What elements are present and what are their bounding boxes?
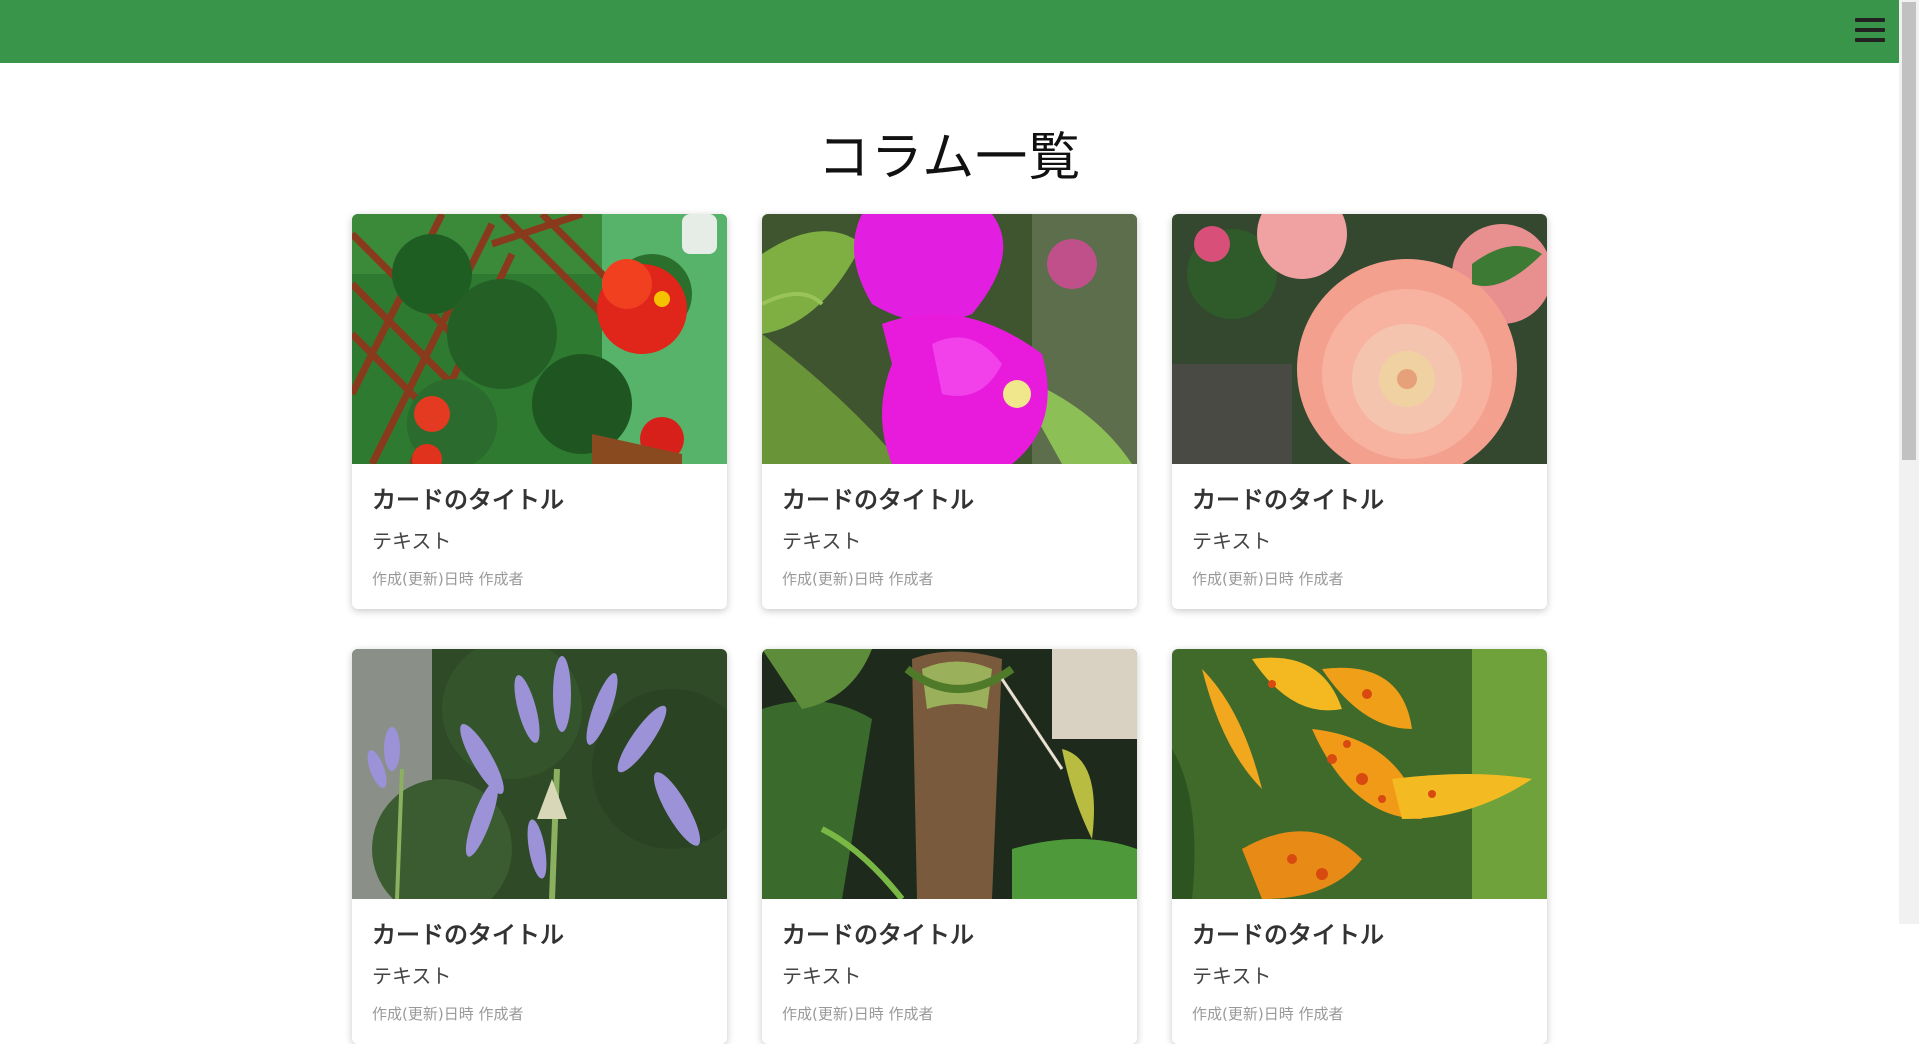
- card-meta: 作成(更新)日時 作成者: [1192, 570, 1344, 588]
- card-text: テキスト: [1192, 964, 1272, 988]
- column-card[interactable]: カードのタイトル テキスト 作成(更新)日時 作成者: [762, 214, 1137, 609]
- card-title: カードのタイトル: [372, 486, 564, 514]
- magenta-bougainvillea-photo: [762, 214, 1137, 464]
- scrollbar-thumb[interactable]: [1902, 2, 1916, 460]
- column-card[interactable]: カードのタイトル テキスト 作成(更新)日時 作成者: [762, 649, 1137, 1044]
- card-title: カードのタイトル: [372, 921, 564, 949]
- column-card[interactable]: カードのタイトル テキスト 作成(更新)日時 作成者: [1172, 649, 1547, 1044]
- page-title: コラム一覧: [817, 128, 1082, 188]
- card-text: テキスト: [372, 529, 452, 553]
- hamburger-menu-icon[interactable]: [1855, 16, 1885, 46]
- pink-dahlia-photo: [1172, 214, 1547, 464]
- card-meta: 作成(更新)日時 作成者: [782, 1005, 934, 1023]
- card-meta: 作成(更新)日時 作成者: [372, 570, 524, 588]
- card-title: カードのタイトル: [1192, 486, 1384, 514]
- card-meta: 作成(更新)日時 作成者: [1192, 1005, 1344, 1023]
- card-grid: カードのタイトル テキスト 作成(更新)日時 作成者 カードのタイトル テキスト…: [352, 214, 1548, 1044]
- top-navbar: [0, 0, 1899, 63]
- red-hibiscus-photo: [352, 214, 727, 464]
- card-title: カードのタイトル: [782, 486, 974, 514]
- card-text: テキスト: [782, 964, 862, 988]
- pitcher-plant-photo: [762, 649, 1137, 899]
- purple-agapanthus-photo: [352, 649, 727, 899]
- card-meta: 作成(更新)日時 作成者: [372, 1005, 524, 1023]
- card-meta: 作成(更新)日時 作成者: [782, 570, 934, 588]
- card-title: カードのタイトル: [1192, 921, 1384, 949]
- card-text: テキスト: [372, 964, 452, 988]
- vertical-scrollbar[interactable]: [1899, 0, 1919, 924]
- orange-canna-lily-photo: [1172, 649, 1547, 899]
- column-card[interactable]: カードのタイトル テキスト 作成(更新)日時 作成者: [352, 649, 727, 1044]
- card-title: カードのタイトル: [782, 921, 974, 949]
- card-text: テキスト: [782, 529, 862, 553]
- column-card[interactable]: カードのタイトル テキスト 作成(更新)日時 作成者: [1172, 214, 1547, 609]
- card-text: テキスト: [1192, 529, 1272, 553]
- column-card[interactable]: カードのタイトル テキスト 作成(更新)日時 作成者: [352, 214, 727, 609]
